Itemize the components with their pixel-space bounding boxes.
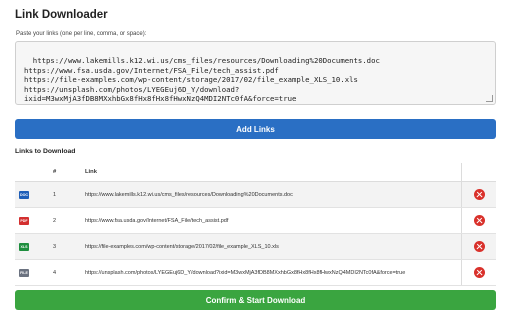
column-header-icon bbox=[15, 163, 49, 182]
column-header-link: Link bbox=[81, 163, 462, 182]
row-number: 2 bbox=[49, 207, 81, 234]
doc-file-icon: DOC bbox=[19, 190, 29, 199]
remove-icon[interactable] bbox=[473, 215, 485, 226]
column-header-number: # bbox=[49, 163, 81, 182]
row-number: 3 bbox=[49, 233, 81, 260]
resize-grip-icon[interactable] bbox=[486, 95, 493, 102]
table-header-row: # Link bbox=[15, 163, 496, 182]
row-link: https://unsplash.com/photos/LYEGEuj6D_Y/… bbox=[81, 259, 462, 286]
remove-icon[interactable] bbox=[473, 241, 485, 252]
pdf-file-icon: PDF bbox=[19, 216, 29, 225]
links-textarea-value[interactable]: https://www.lakemills.k12.wi.us/cms_file… bbox=[24, 56, 380, 103]
remove-link-button[interactable] bbox=[461, 233, 496, 260]
row-number: 1 bbox=[49, 181, 81, 208]
generic-file-icon: FILE bbox=[19, 268, 29, 277]
file-type-cell: DOC bbox=[15, 181, 49, 208]
row-link: https://file-examples.com/wp-content/sto… bbox=[81, 233, 462, 260]
confirm-download-button[interactable]: Confirm & Start Download bbox=[15, 290, 496, 310]
table-row: DOC 1 https://www.lakemills.k12.wi.us/cms_… bbox=[15, 181, 496, 208]
page-title: Link Downloader bbox=[15, 9, 108, 21]
table-row: XLS 3 https://file-examples.com/wp-content… bbox=[15, 233, 496, 260]
remove-link-button[interactable] bbox=[461, 181, 496, 208]
links-section-title: Links to Download bbox=[15, 148, 76, 155]
input-hint: Paste your links (one per line, comma, o… bbox=[16, 31, 147, 37]
links-table: # Link DOC 1 https://www.lakemills.k12.wi.… bbox=[15, 163, 496, 286]
remove-link-button[interactable] bbox=[461, 259, 496, 286]
add-links-button[interactable]: Add Links bbox=[15, 119, 496, 139]
remove-icon[interactable] bbox=[473, 267, 485, 278]
row-link: https://www.lakemills.k12.wi.us/cms_file… bbox=[81, 181, 462, 208]
remove-icon[interactable] bbox=[473, 189, 485, 200]
file-type-cell: FILE bbox=[15, 259, 49, 286]
links-textarea[interactable]: https://www.lakemills.k12.wi.us/cms_file… bbox=[15, 41, 496, 105]
remove-link-button[interactable] bbox=[461, 207, 496, 234]
table-row: PDF 2 https://www.fsa.usda.gov/Internet/FS… bbox=[15, 207, 496, 234]
row-number: 4 bbox=[49, 259, 81, 286]
table-row: FILE 4 https://unsplash.com/photos/LYEGEuj… bbox=[15, 259, 496, 286]
column-header-action bbox=[461, 163, 496, 182]
file-type-cell: PDF bbox=[15, 207, 49, 234]
file-type-cell: XLS bbox=[15, 233, 49, 260]
xls-file-icon: XLS bbox=[19, 242, 29, 251]
row-link: https://www.fsa.usda.gov/Internet/FSA_Fi… bbox=[81, 207, 462, 234]
